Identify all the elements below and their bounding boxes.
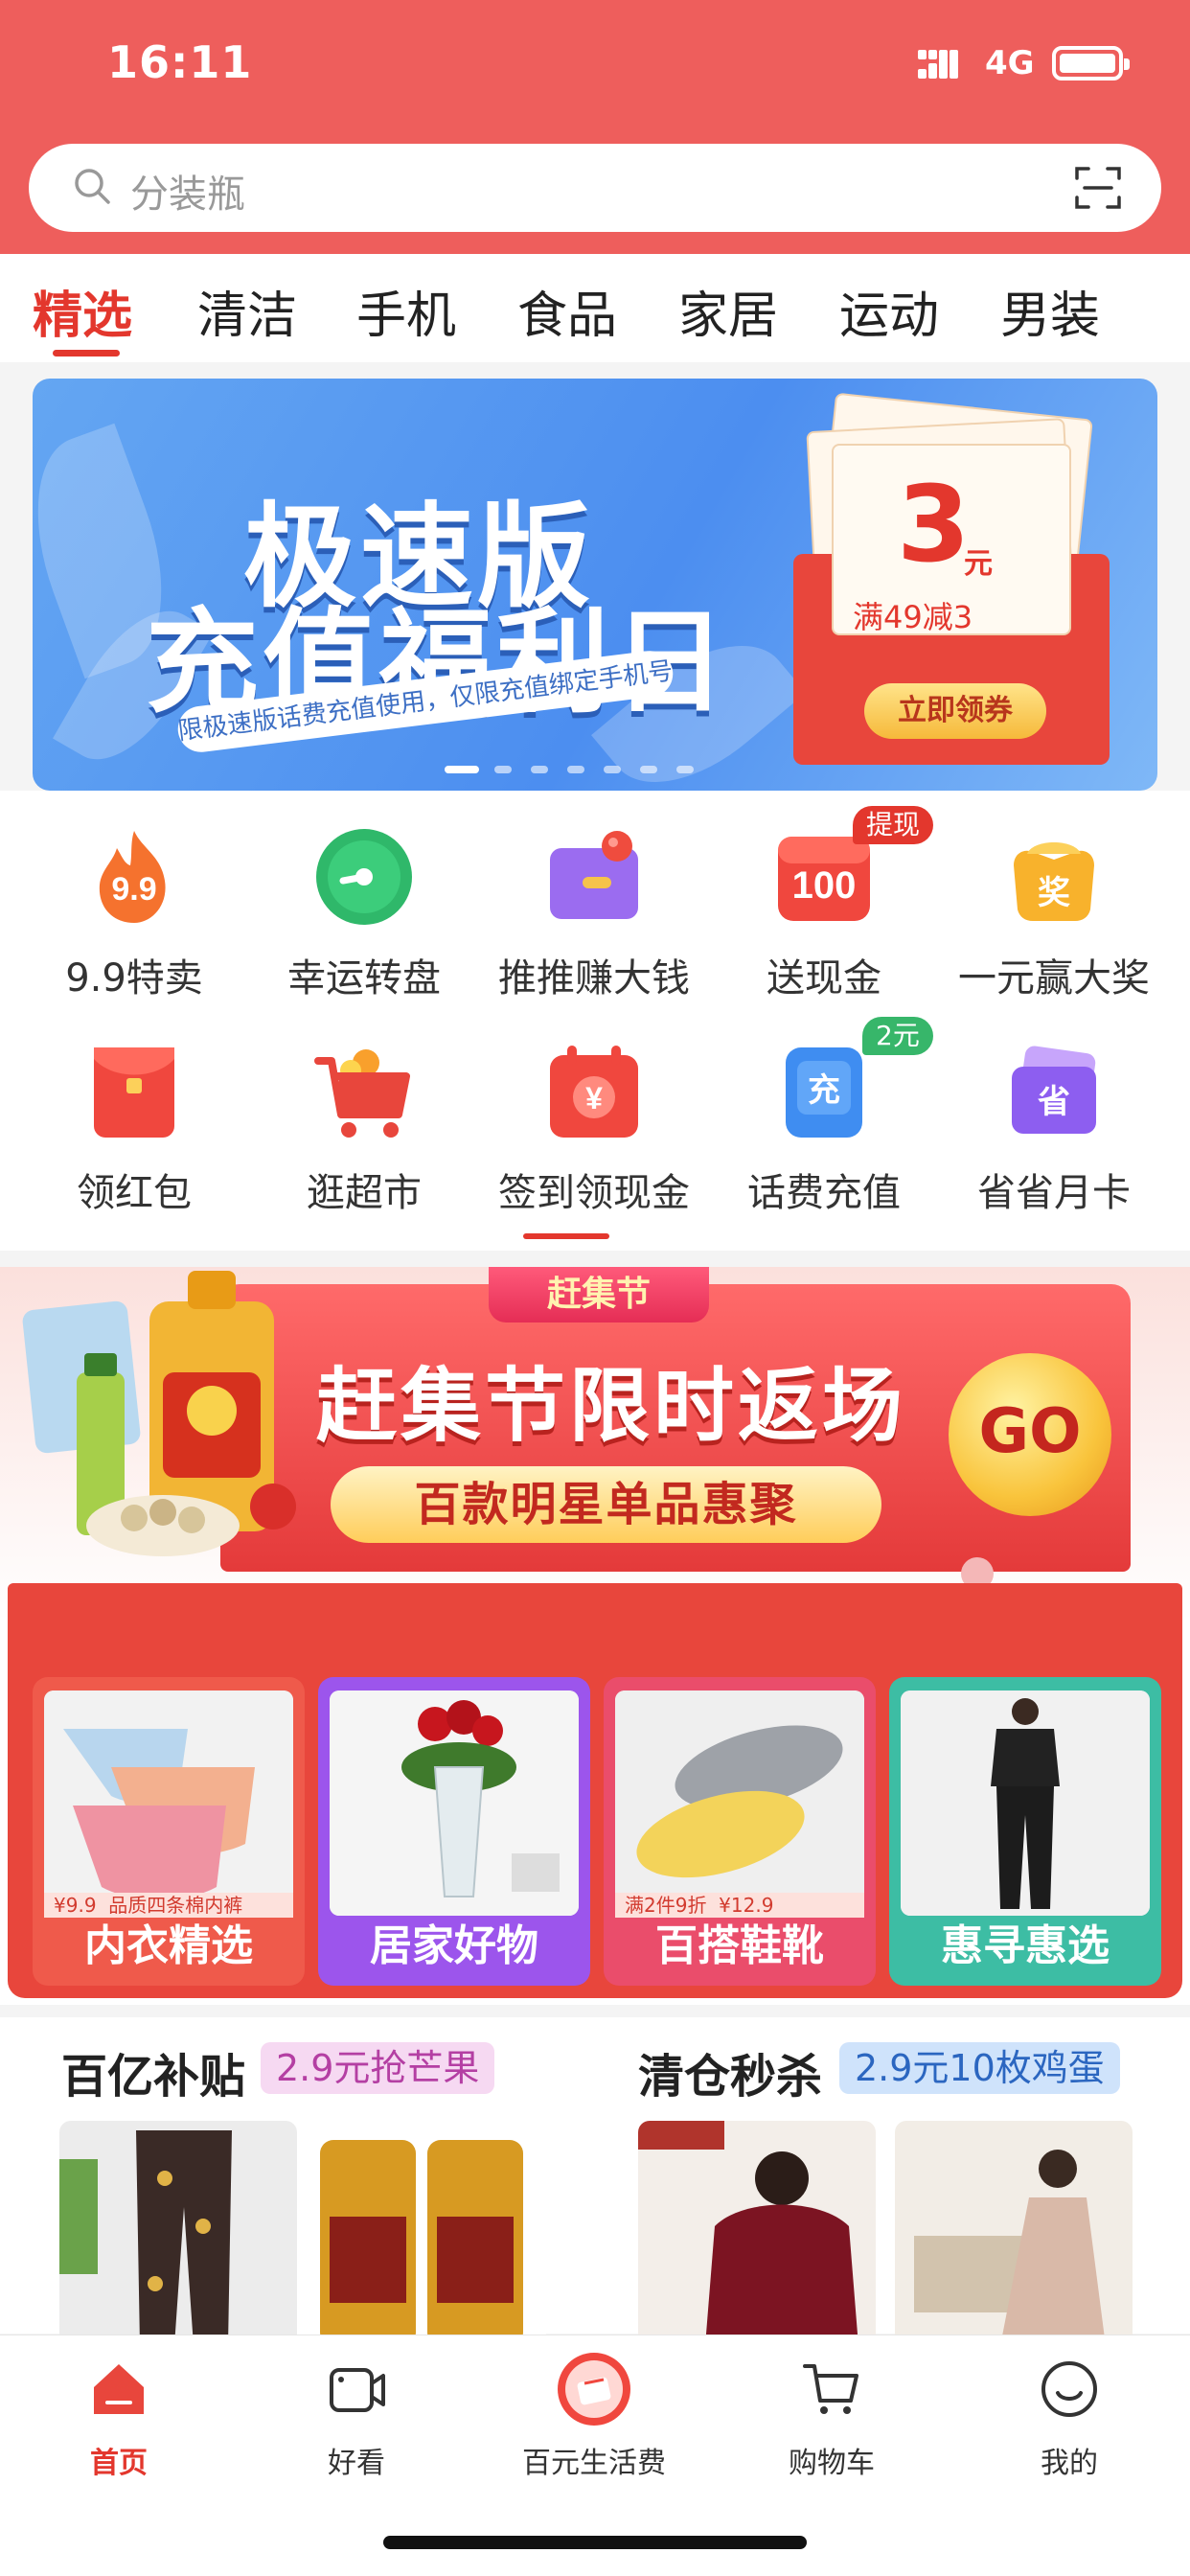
wallet-icon [550, 831, 638, 919]
header: 16:11 4G 分装瓶 [0, 0, 1190, 254]
checkin-icon: ¥ [550, 1046, 638, 1138]
tab-active-indicator [53, 350, 120, 356]
slippers-image [615, 1690, 864, 1916]
svg-text:100: 100 [792, 864, 857, 907]
tab-menswear[interactable]: 男装 [1000, 275, 1100, 347]
promo-title: 赶集节限时返场 [316, 1359, 907, 1453]
app-screen: 16:11 4G 分装瓶 精选 清洁 手机 食品 家居 运动 男装 极速版 充值… [0, 0, 1190, 2576]
search-icon [75, 169, 110, 204]
market-festival-promo[interactable]: 赶集节 赶集节限时返场 百款明星单品惠聚 GO ¥9.9 品质四条棉内裤 内衣精… [0, 1267, 1190, 2005]
coupon-unit: 元 [964, 547, 993, 581]
gift-icon [558, 2353, 630, 2426]
coupon-condition: 满49减3 [853, 599, 973, 635]
tab-home[interactable]: 家居 [678, 275, 778, 347]
card-title: 百搭鞋靴 [655, 1921, 824, 1970]
grid-label: 幸运转盘 [287, 956, 441, 1000]
tab-cleaning[interactable]: 清洁 [197, 275, 297, 347]
withdraw-badge: 提现 [853, 806, 934, 844]
product-thumb-loungewear[interactable] [895, 2121, 1133, 2346]
cart-icon [314, 1049, 410, 1138]
card-icon: 省 [1012, 1046, 1096, 1134]
grid-label: 话费充值 [747, 1171, 901, 1215]
cart-icon [803, 2364, 858, 2414]
grid-label: 领红包 [77, 1171, 192, 1215]
promo-card-home[interactable]: 居家好物 [318, 1677, 590, 1986]
grid-label: 签到领现金 [498, 1171, 690, 1215]
profile-icon [1041, 2361, 1097, 2417]
go-label: GO [978, 1396, 1082, 1467]
search-placeholder: 分装瓶 [130, 172, 245, 217]
battery-icon [1052, 46, 1130, 80]
subsidy-tag[interactable]: 2.9元抢芒果 [261, 2042, 495, 2094]
category-tabs: 精选 清洁 手机 食品 家居 运动 男装 [0, 254, 1190, 362]
grid-label: 送现金 [767, 956, 881, 1000]
tab-phones[interactable]: 手机 [356, 275, 456, 347]
vase-image [330, 1690, 579, 1916]
search-bar[interactable]: 分装瓶 [29, 144, 1161, 232]
promo-subtitle: 百款明星单品惠聚 [331, 1466, 881, 1543]
scan-icon[interactable] [1073, 163, 1123, 213]
tabbar-label: 购物车 [789, 2447, 875, 2480]
product-image [615, 1690, 864, 1916]
signal-icon [918, 50, 968, 79]
grid-label: 逛超市 [307, 1171, 422, 1215]
deals-section: 百亿补贴 2.9元抢芒果 清仓秒杀 2.9元10枚鸡蛋 [0, 2017, 1190, 2346]
tabbar-label: 百元生活费 [522, 2447, 666, 2480]
card-title: 惠寻惠选 [941, 1921, 1110, 1970]
tab-featured[interactable]: 精选 [33, 275, 132, 347]
status-time: 16:11 [107, 36, 253, 88]
status-bar: 16:11 4G [0, 0, 1190, 134]
red-envelope-icon [94, 1047, 174, 1138]
product-thumb-pajamas[interactable] [638, 2121, 876, 2346]
home-icon [94, 2364, 144, 2414]
card-title: 内衣精选 [84, 1921, 253, 1970]
svg-text:省: 省 [1038, 1084, 1070, 1120]
banner-pager [445, 766, 770, 775]
tabbar-label: 好看 [328, 2447, 385, 2480]
tabbar-label: 我的 [1041, 2447, 1098, 2480]
product-thumb-honey[interactable] [297, 2121, 546, 2346]
product-thumb-pants[interactable] [59, 2121, 297, 2346]
grid-pager [523, 1233, 609, 1239]
tab-sports[interactable]: 运动 [839, 275, 939, 347]
tab-food[interactable]: 食品 [517, 275, 617, 347]
card-title: 居家好物 [370, 1921, 538, 1970]
recharge-badge: 2元 [862, 1017, 933, 1055]
svg-text:奖: 奖 [1038, 875, 1070, 911]
feature-grid: 9.9 9.9特卖 幸运转盘 推推赚大钱 100 送现金 提现 奖 一元赢大奖 … [0, 791, 1190, 1251]
coupon-card: 3 元 满49减3 立即领券 [793, 392, 1110, 765]
clearance-tag[interactable]: 2.9元10枚鸡蛋 [839, 2042, 1120, 2094]
promo-ribbon: 赶集节 [489, 1267, 709, 1322]
subsidy-title[interactable]: 百亿补贴 [61, 2038, 245, 2105]
grocery-illustration [22, 1271, 296, 1556]
product-image [44, 1690, 293, 1916]
clearance-title[interactable]: 清仓秒杀 [638, 2038, 822, 2105]
svg-text:¥: ¥ [585, 1081, 603, 1116]
grid-label: 一元赢大奖 [958, 956, 1150, 1000]
coupon-amount: 3 [897, 463, 971, 586]
svg-text:充: 充 [808, 1072, 840, 1109]
prize-icon: 奖 [1014, 842, 1094, 921]
product-image [330, 1690, 579, 1916]
recharge-banner[interactable]: 极速版 充值福利日 限极速版话费充值使用，仅限充值绑定手机号 3 元 满49减3… [33, 379, 1157, 791]
phone-recharge-icon: 充 [786, 1047, 862, 1138]
underwear-image [44, 1690, 293, 1916]
tabbar-label: 首页 [90, 2447, 148, 2480]
fire-99-icon: 9.9 [99, 831, 166, 923]
claim-coupon-button[interactable]: 立即领券 [864, 683, 1046, 739]
outfit-image [901, 1690, 1150, 1916]
home-indicator [383, 2536, 807, 2549]
wheel-icon [316, 829, 412, 925]
network-type: 4G [985, 44, 1035, 82]
promo-card-picks[interactable]: 惠寻惠选 [889, 1677, 1161, 1986]
product-image [901, 1690, 1150, 1916]
video-icon [330, 2368, 385, 2412]
grid-label: 9.9特卖 [65, 956, 203, 1000]
grid-label: 省省月卡 [977, 1171, 1131, 1215]
go-button[interactable]: GO [949, 1353, 1111, 1516]
grid-label: 推推赚大钱 [498, 956, 690, 1000]
promo-card-underwear[interactable]: ¥9.9 品质四条棉内裤 内衣精选 [33, 1677, 305, 1986]
promo-card-shoes[interactable]: 满2件9折 ¥12.9 百搭鞋靴 [604, 1677, 876, 1986]
svg-text:9.9: 9.9 [111, 871, 156, 908]
